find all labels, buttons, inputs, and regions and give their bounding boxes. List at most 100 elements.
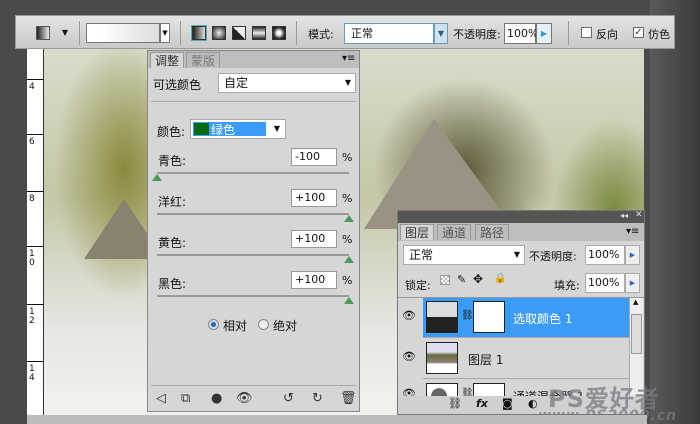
vertical-ruler: 4 6 8 10 12 14 (27, 49, 44, 419)
eye-icon[interactable]: 👁 (402, 350, 416, 363)
mode-select[interactable]: 正常 (344, 23, 434, 44)
trash-icon[interactable]: 🗑 (340, 391, 357, 406)
slider-track[interactable] (157, 295, 349, 297)
absolute-radio[interactable] (258, 319, 269, 330)
color-label: 颜色: (157, 125, 186, 139)
slider-value-input[interactable]: +100 (291, 230, 337, 248)
slider-track[interactable] (157, 213, 349, 215)
slider-label: 黑色: (158, 277, 187, 291)
add-mask-icon[interactable]: ◙ (502, 397, 513, 410)
slider-thumb[interactable] (344, 215, 354, 222)
preset-value: 自定 (224, 76, 249, 90)
slider-value: +100 (295, 273, 326, 286)
adjustment-thumbnail (426, 301, 458, 333)
percent-sign: % (342, 274, 353, 287)
slider-value-input[interactable]: +100 (291, 189, 337, 207)
percent-sign: % (342, 233, 353, 246)
slider-label: 青色: (158, 154, 187, 168)
absolute-label: 绝对 (273, 319, 298, 333)
link-layers-icon[interactable]: ⛓ (448, 397, 462, 410)
lock-transparency-icon[interactable] (440, 275, 450, 285)
layer-row-selective-color[interactable]: ⛓ 选取颜色 1 (423, 298, 629, 338)
slider-track[interactable] (157, 172, 349, 174)
new-adjustment-icon[interactable]: ◐ (528, 397, 538, 410)
dither-checkbox[interactable]: ✓ (633, 27, 644, 38)
gradient-tool-preset[interactable] (36, 26, 50, 40)
tab-channels[interactable]: 通道 (437, 224, 472, 240)
slider-thumb[interactable] (344, 297, 354, 304)
slider-value: +100 (295, 191, 326, 204)
layer-opacity-slider-button[interactable]: ▶ (625, 245, 640, 265)
tab-layers[interactable]: 图层 (400, 224, 435, 240)
close-icon[interactable]: ✕ (635, 210, 643, 220)
ruler-label: 10 (29, 249, 35, 268)
slider-thumb[interactable] (152, 174, 162, 181)
view-previous-icon[interactable]: ↺ (283, 391, 294, 406)
reflected-gradient-icon[interactable] (252, 26, 266, 40)
slider-value: +100 (295, 232, 326, 245)
layer-name: 图层 1 (468, 353, 504, 367)
ruler-label: 6 (29, 137, 35, 147)
clip-layer-icon[interactable]: ● (211, 391, 222, 406)
lock-brush-icon[interactable]: ✎ (457, 273, 466, 286)
panel-menu-icon[interactable]: ▾≡ (626, 226, 639, 237)
blend-mode-select[interactable]: 正常 ▼ (403, 245, 525, 265)
fill-slider-button[interactable]: ▶ (625, 273, 640, 293)
lock-all-icon[interactable]: 🔒 (494, 273, 506, 284)
fx-icon[interactable]: fx (476, 397, 488, 410)
link-icon: ⛓ (461, 310, 474, 321)
gradient-picker[interactable] (86, 23, 160, 43)
panel-menu-icon[interactable]: ▾≡ (342, 53, 355, 64)
opacity-input[interactable]: 100% (504, 23, 539, 44)
chevron-down-icon[interactable]: ▼ (60, 28, 70, 38)
eye-icon[interactable]: 👁 (402, 309, 416, 322)
linear-gradient-icon[interactable] (191, 25, 207, 41)
opacity-value: 100% (507, 27, 539, 40)
photo-thumbnail (426, 342, 458, 374)
layer-row-layer-1[interactable]: 图层 1 (423, 339, 629, 379)
relative-radio[interactable] (208, 319, 219, 330)
color-select[interactable]: 绿色 ▼ (190, 119, 286, 139)
percent-sign: % (342, 151, 353, 164)
visibility-eye-icon[interactable]: 👁 (236, 391, 253, 406)
adjustments-panel: 调整 蒙版 ▾≡ 可选颜色 自定 ▼ 颜色: 绿色 ▼ 青色: -100 % 洋红… (147, 50, 360, 412)
slider-value-input[interactable]: -100 (291, 148, 337, 166)
angle-gradient-icon[interactable] (232, 26, 246, 40)
layer-opacity-value: 100% (588, 248, 620, 261)
lock-move-icon[interactable]: ✥ (473, 272, 483, 286)
reverse-label: 反向 (596, 28, 618, 41)
layer-opacity-input[interactable]: 100% (585, 245, 625, 265)
slider-thumb[interactable] (344, 256, 354, 263)
slider-track[interactable] (157, 254, 349, 256)
tab-masks[interactable]: 蒙版 (186, 52, 221, 68)
status-bar (27, 415, 647, 424)
reverse-checkbox[interactable] (581, 27, 592, 38)
gradient-dropdown[interactable]: ▼ (160, 23, 170, 43)
layers-panel: ◂◂ ✕ 图层 通道 路径 ▾≡ 正常 ▼ 不透明度: 100% ▶ 锁定: ✎ … (397, 210, 676, 424)
opacity-slider-button[interactable]: ▶ (536, 23, 552, 44)
radial-gradient-icon[interactable] (212, 26, 226, 40)
mode-label: 模式: (308, 28, 334, 41)
options-bar: ▼ ▼ 模式: 正常 ▼ 不透明度: 100% ▶ 反向 ✓ 仿色 (15, 15, 675, 49)
layer-name: 选取颜色 1 (513, 312, 573, 326)
workspace-background (650, 0, 700, 424)
fill-input[interactable]: 100% (585, 273, 625, 293)
slider-value-input[interactable]: +100 (291, 271, 337, 289)
back-arrow-icon[interactable]: ◁ (156, 391, 166, 406)
layer-opacity-label: 不透明度: (529, 250, 577, 263)
expand-view-icon[interactable]: ⧉ (181, 391, 190, 406)
fill-value: 100% (588, 276, 620, 289)
tab-adjustments[interactable]: 调整 (150, 52, 185, 68)
mask-thumbnail (473, 301, 505, 333)
slider-value: -100 (295, 150, 320, 163)
lock-label: 锁定: (405, 279, 431, 292)
diamond-gradient-icon[interactable] (272, 26, 286, 40)
mode-dropdown-button[interactable]: ▼ (434, 23, 448, 44)
preset-select[interactable]: 自定 ▼ (218, 73, 356, 93)
ruler-label: 8 (29, 194, 35, 204)
reset-icon[interactable]: ↻ (312, 391, 323, 406)
tab-paths[interactable]: 路径 (475, 224, 510, 240)
ruler-label: 12 (29, 307, 35, 326)
collapse-icon[interactable]: ◂◂ (620, 211, 628, 220)
ruler-label: 14 (29, 364, 35, 383)
